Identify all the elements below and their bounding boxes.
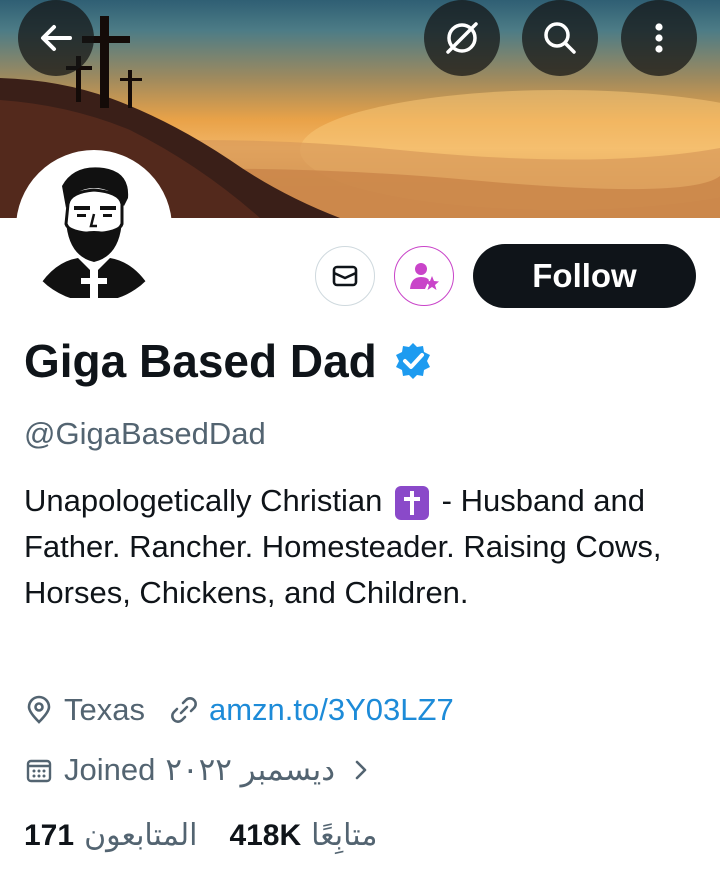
following-label: المتابعون bbox=[84, 819, 198, 852]
more-button[interactable] bbox=[621, 0, 697, 76]
search-icon bbox=[544, 22, 576, 54]
verified-badge-icon[interactable] bbox=[393, 341, 433, 381]
grok-button[interactable] bbox=[424, 0, 500, 76]
subscribe-button[interactable] bbox=[394, 246, 454, 306]
profile-joined-row[interactable]: Joined ديسمبر ٢٠٢٢ bbox=[24, 752, 383, 788]
grok-icon bbox=[446, 22, 478, 54]
latin-cross-emoji bbox=[395, 486, 430, 520]
location-pin-icon bbox=[24, 695, 54, 725]
followers-count: 418K bbox=[229, 819, 302, 852]
bio-text-part1: Unapologetically Christian bbox=[24, 483, 383, 518]
envelope-icon bbox=[332, 265, 358, 287]
profile-handle: @GigaBasedDad bbox=[24, 416, 266, 451]
profile-website-link[interactable]: amzn.to/3Y03LZ7 bbox=[209, 692, 454, 728]
profile-avatar[interactable] bbox=[16, 150, 172, 306]
display-name: Giga Based Dad bbox=[24, 335, 377, 387]
joined-label: Joined bbox=[64, 752, 156, 787]
search-button[interactable] bbox=[522, 0, 598, 76]
follow-button[interactable]: Follow bbox=[473, 244, 696, 308]
profile-meta-row: Texas amzn.to/3Y03LZ7 bbox=[24, 692, 454, 728]
avatar-image bbox=[38, 167, 150, 298]
profile-stats: 171 المتابعون 418K متابِعًا bbox=[24, 818, 377, 853]
subscribe-star-icon bbox=[410, 263, 439, 290]
following-count: 171 bbox=[24, 819, 75, 852]
calendar-icon bbox=[24, 755, 54, 785]
back-button[interactable] bbox=[18, 0, 94, 76]
profile-bio: Unapologetically Christian - Husband and… bbox=[24, 478, 704, 616]
followers-label: متابِعًا bbox=[311, 819, 378, 852]
profile-name-row: Giga Based Dad bbox=[24, 334, 433, 388]
chevron-right-icon bbox=[349, 756, 373, 784]
profile-location: Texas bbox=[64, 692, 145, 727]
message-button[interactable] bbox=[315, 246, 375, 306]
arrow-left-icon bbox=[41, 25, 72, 51]
more-vertical-icon bbox=[655, 23, 663, 53]
followers-stat[interactable]: 418K متابِعًا bbox=[229, 818, 377, 853]
following-stat[interactable]: 171 المتابعون bbox=[24, 818, 197, 853]
joined-date: ديسمبر ٢٠٢٢ bbox=[165, 752, 336, 787]
link-icon bbox=[169, 695, 199, 725]
